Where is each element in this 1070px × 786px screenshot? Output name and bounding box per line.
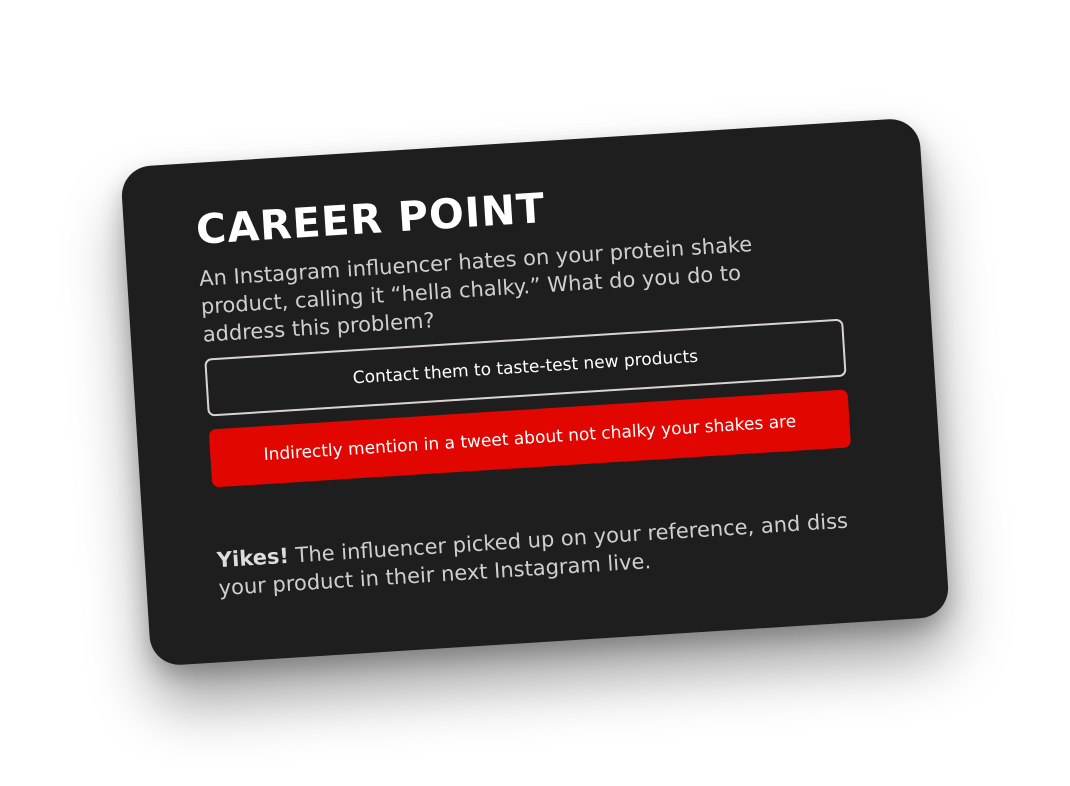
option-label: Indirectly mention in a tweet about not … xyxy=(263,411,797,466)
feedback-emphasis: Yikes! xyxy=(216,543,290,573)
card-title: CAREER POINT xyxy=(194,184,547,254)
feedback-body: The influencer picked up on your referen… xyxy=(217,508,849,601)
option-label: Contact them to taste-test new products xyxy=(352,346,699,389)
feedback-text: Yikes! The influencer picked up on your … xyxy=(216,506,858,602)
career-point-card: CAREER POINT An Instagram influencer hat… xyxy=(120,117,950,667)
